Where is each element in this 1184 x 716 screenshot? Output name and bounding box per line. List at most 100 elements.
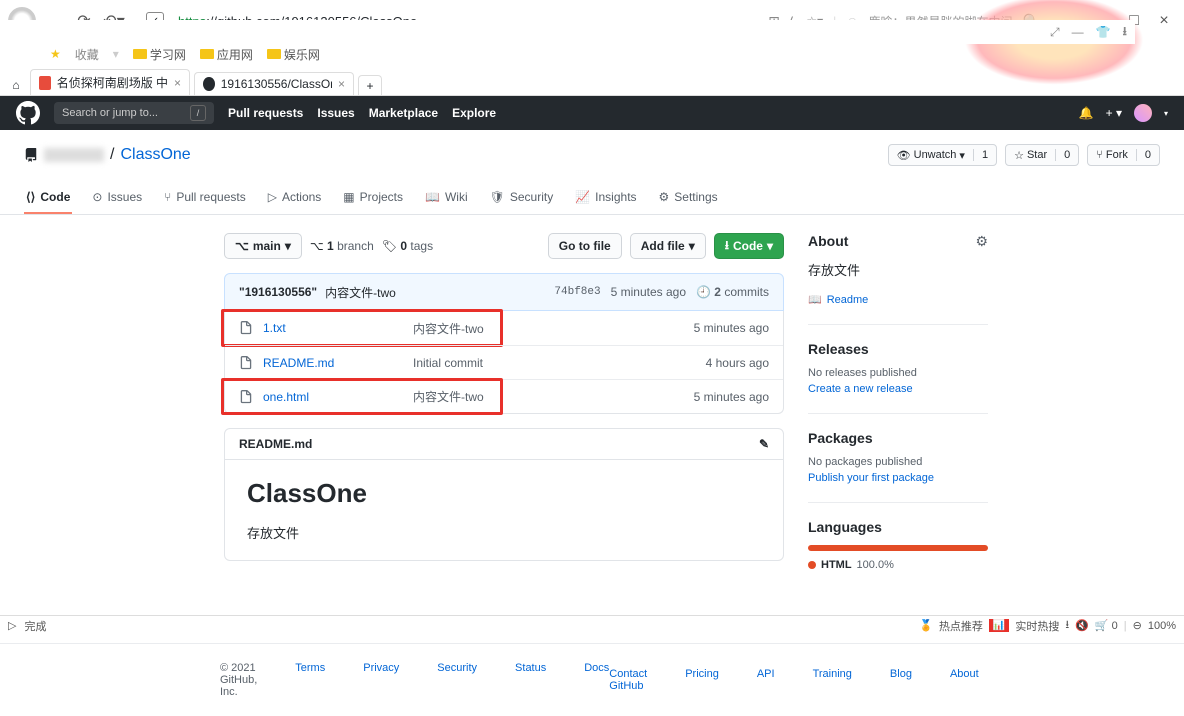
- bookmark-ent[interactable]: 娱乐网: [267, 46, 320, 63]
- file-icon: [239, 356, 253, 370]
- tab-conan[interactable]: 名侦探柯南剧场版 中文... ×: [30, 69, 190, 95]
- zoom-out-icon[interactable]: ⊖: [1133, 619, 1142, 632]
- live-search[interactable]: 实时热搜: [1015, 618, 1059, 634]
- play-icon[interactable]: ▷: [8, 619, 16, 632]
- close-icon[interactable]: ×: [174, 76, 181, 90]
- star-button[interactable]: ☆ Star0: [1005, 144, 1079, 166]
- tab-settings[interactable]: ⚙Settings: [657, 182, 720, 214]
- tags-count[interactable]: 🏷 0 tags: [382, 239, 433, 253]
- repo-icon: [24, 148, 38, 162]
- plus-icon[interactable]: + ▾: [1106, 106, 1122, 120]
- branch-count[interactable]: ⌥ 1 branch: [310, 239, 374, 253]
- commit-sha[interactable]: 74bf8e3: [554, 286, 600, 298]
- github-icon: [203, 77, 215, 91]
- readme-link[interactable]: 📖 Readme: [808, 293, 988, 306]
- bell-icon[interactable]: 🔔: [1079, 106, 1094, 120]
- tab-security[interactable]: 🛡Security: [488, 182, 556, 214]
- new-tab-button[interactable]: +: [358, 75, 382, 95]
- tab-code[interactable]: ⟨⟩Code: [24, 182, 72, 214]
- zoom-level: 100%: [1148, 620, 1176, 632]
- cart-icon[interactable]: 🛒 0: [1095, 619, 1118, 632]
- file-commit-msg[interactable]: 内容文件-two: [413, 320, 694, 337]
- code-button[interactable]: ⭳ Code ▾: [714, 233, 784, 259]
- footer-status[interactable]: Status: [515, 662, 546, 698]
- copyright: © 2021 GitHub, Inc.: [220, 662, 257, 698]
- footer-about[interactable]: About: [950, 668, 979, 692]
- language-html[interactable]: HTML 100.0%: [808, 559, 988, 571]
- home-icon[interactable]: ⌂: [6, 75, 26, 95]
- publish-package-link[interactable]: Publish your first package: [808, 472, 988, 484]
- languages-heading: Languages: [808, 519, 988, 535]
- restore-icon[interactable]: ⤢: [1050, 25, 1060, 40]
- github-header: Search or jump to... / Pull requests Iss…: [0, 96, 1184, 130]
- tab-wiki[interactable]: 📖Wiki: [423, 182, 470, 214]
- bookmarks-bar: ★ 收藏 ▾ 学习网 应用网 娱乐网: [0, 42, 1184, 66]
- file-icon: [239, 390, 253, 404]
- create-release-link[interactable]: Create a new release: [808, 383, 988, 395]
- skin-icon[interactable]: 👕: [1096, 25, 1111, 39]
- sep: /: [110, 146, 114, 164]
- fav-star-icon[interactable]: ★: [50, 47, 61, 61]
- nav-explore[interactable]: Explore: [452, 106, 496, 120]
- sidebar: About⚙ 存放文件 📖 Readme Releases No release…: [808, 233, 988, 605]
- taskbar: ▷ 完成 🏅 热点推荐 📊 实时热搜 ⭳ 🔇 🛒 0 | ⊖ 100%: [0, 615, 1184, 635]
- repo-name[interactable]: ClassOne: [120, 146, 190, 164]
- github-logo-icon[interactable]: [16, 101, 40, 125]
- fork-button[interactable]: ⑂ Fork0: [1087, 144, 1160, 166]
- tab-issues[interactable]: ⊙Issues: [90, 182, 144, 214]
- file-time: 4 hours ago: [706, 356, 769, 370]
- tab-github[interactable]: 1916130556/ClassOne... ×: [194, 72, 354, 95]
- fav-label[interactable]: 收藏: [75, 46, 99, 63]
- tab-pulls[interactable]: ⑂Pull requests: [162, 182, 248, 214]
- footer-blog[interactable]: Blog: [890, 668, 912, 692]
- releases-none: No releases published: [808, 367, 988, 379]
- sound-icon[interactable]: 🔇: [1075, 619, 1089, 632]
- commit-msg[interactable]: 内容文件-two: [325, 284, 396, 301]
- tab-insights[interactable]: 📈Insights: [573, 182, 638, 214]
- owner-blurred: [44, 148, 104, 162]
- tab-projects[interactable]: ▦Projects: [341, 182, 405, 214]
- download-tray-icon[interactable]: ⭳: [1065, 616, 1069, 635]
- nav-pulls[interactable]: Pull requests: [228, 106, 303, 120]
- commit-author[interactable]: "1916130556": [239, 285, 317, 299]
- readme-box: README.md ✎ ClassOne 存放文件: [224, 428, 784, 561]
- footer-pricing[interactable]: Pricing: [685, 668, 719, 692]
- file-row: one.html内容文件-two5 minutes ago: [225, 379, 783, 413]
- file-name[interactable]: 1.txt: [263, 321, 413, 335]
- hot-recommend[interactable]: 热点推荐: [939, 618, 983, 634]
- branch-button[interactable]: ⌥ main ▾: [224, 233, 302, 259]
- footer-docs[interactable]: Docs: [584, 662, 609, 698]
- gear-icon[interactable]: ⚙: [975, 233, 988, 250]
- footer-privacy[interactable]: Privacy: [363, 662, 399, 698]
- github-search[interactable]: Search or jump to... /: [54, 102, 214, 124]
- footer-terms[interactable]: Terms: [295, 662, 325, 698]
- file-row: README.mdInitial commit4 hours ago: [225, 345, 783, 379]
- file-time: 5 minutes ago: [694, 390, 769, 404]
- tab-actions[interactable]: ▷Actions: [266, 182, 324, 214]
- file-commit-msg[interactable]: 内容文件-two: [413, 388, 694, 405]
- file-name[interactable]: README.md: [263, 356, 413, 370]
- footer-security[interactable]: Security: [437, 662, 477, 698]
- footer-training[interactable]: Training: [813, 668, 852, 692]
- packages-none: No packages published: [808, 456, 988, 468]
- unwatch-button[interactable]: 👁 Unwatch ▾1: [888, 144, 997, 166]
- bookmark-study[interactable]: 学习网: [133, 46, 186, 63]
- avatar[interactable]: [1134, 104, 1152, 122]
- file-time: 5 minutes ago: [694, 321, 769, 335]
- edit-icon[interactable]: ✎: [759, 437, 769, 451]
- close-icon[interactable]: ×: [338, 77, 345, 91]
- file-row: 1.txt内容文件-two5 minutes ago: [225, 311, 783, 345]
- bookmark-app[interactable]: 应用网: [200, 46, 253, 63]
- add-file-button[interactable]: Add file ▾: [630, 233, 706, 259]
- nav-marketplace[interactable]: Marketplace: [369, 106, 438, 120]
- footer-contact[interactable]: Contact GitHub: [609, 668, 647, 692]
- file-commit-msg[interactable]: Initial commit: [413, 356, 706, 370]
- close-window-icon[interactable]: ×: [1152, 9, 1176, 33]
- goto-file-button[interactable]: Go to file: [548, 233, 622, 259]
- download-icon[interactable]: ⭳: [1123, 22, 1127, 43]
- footer-api[interactable]: API: [757, 668, 775, 692]
- commits-link[interactable]: 🕘 2 commits: [696, 285, 769, 299]
- file-name[interactable]: one.html: [263, 390, 413, 404]
- badge-icon[interactable]: 🏅: [919, 619, 933, 632]
- nav-issues[interactable]: Issues: [317, 106, 354, 120]
